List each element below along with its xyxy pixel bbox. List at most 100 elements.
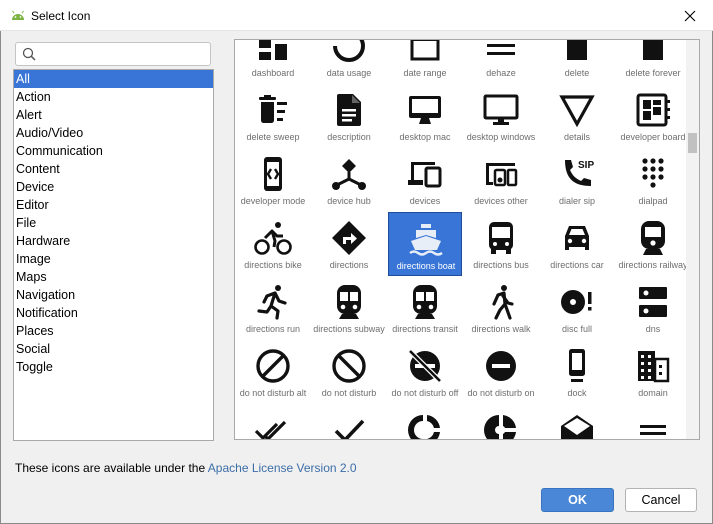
directions-transit-icon — [413, 285, 437, 319]
cancel-button[interactable]: Cancel — [625, 488, 697, 512]
icon-cell[interactable]: details — [540, 84, 614, 148]
category-item[interactable]: Editor — [14, 196, 213, 214]
icon-cell[interactable]: delete sweep — [236, 84, 310, 148]
icon-label: data usage — [326, 68, 372, 78]
icon-cell[interactable]: data usage — [312, 40, 386, 84]
close-icon — [684, 10, 696, 21]
license-note: These icons are available under the Apac… — [15, 461, 357, 475]
icon-cell[interactable]: directions railway — [616, 212, 690, 276]
icon-label: directions subway — [313, 324, 385, 334]
icon-label: developer board — [620, 132, 686, 142]
icon-label: directions bus — [473, 260, 529, 270]
icon-label: delete forever — [625, 68, 681, 78]
icon-cell[interactable]: delete — [540, 40, 614, 84]
icon-cell[interactable]: do not disturb alt — [236, 340, 310, 404]
category-item[interactable]: Device — [14, 178, 213, 196]
icon-cell[interactable]: dialpad — [616, 148, 690, 212]
license-link[interactable]: Apache License Version 2.0 — [208, 461, 357, 475]
icon-cell[interactable]: delete forever — [616, 40, 690, 84]
dialpad-icon — [642, 158, 664, 188]
icon-label: dehaze — [486, 68, 516, 78]
icon-cell[interactable]: directions car — [540, 212, 614, 276]
category-item[interactable]: Hardware — [14, 232, 213, 250]
close-button[interactable] — [667, 0, 713, 31]
category-item[interactable]: Communication — [14, 142, 213, 160]
category-item[interactable]: Navigation — [14, 286, 213, 304]
icon-cell[interactable]: SIP dialer sip — [540, 148, 614, 212]
category-item[interactable]: Alert — [14, 106, 213, 124]
icon-cell[interactable]: dashboard — [236, 40, 310, 84]
category-item[interactable]: Places — [14, 322, 213, 340]
title-bar: Select Icon — [0, 0, 713, 31]
icon-cell[interactable]: directions transit — [388, 276, 462, 340]
dashboard-icon — [259, 40, 287, 60]
icon-label: do not disturb off — [391, 388, 459, 398]
icon-cell[interactable]: desktop windows — [464, 84, 538, 148]
icon-cell[interactable]: do not disturb on — [464, 340, 538, 404]
icon-cell[interactable]: done all — [236, 404, 310, 439]
icon-cell[interactable]: directions walk — [464, 276, 538, 340]
ok-button[interactable]: OK — [541, 488, 614, 512]
dock-icon — [569, 349, 585, 382]
icon-cell[interactable]: device hub — [312, 148, 386, 212]
icon-cell[interactable]: donut large — [388, 404, 462, 439]
category-item[interactable]: File — [14, 214, 213, 232]
delete-forever-icon — [643, 40, 663, 60]
icon-cell[interactable]: done — [312, 404, 386, 439]
dialer-sip-icon: SIP — [565, 160, 594, 186]
icon-label: directions — [329, 260, 369, 270]
category-item[interactable]: Notification — [14, 304, 213, 322]
category-item[interactable]: Toggle — [14, 358, 213, 376]
icon-grid-panel[interactable]: dashboard data usage date range dehaze delet… — [234, 39, 700, 440]
icon-cell[interactable]: dehaze — [464, 40, 538, 84]
icon-label: dashboard — [251, 68, 295, 78]
icon-cell[interactable]: directions bike — [236, 212, 310, 276]
icon-cell[interactable]: drafts — [540, 404, 614, 439]
search-input[interactable] — [40, 45, 206, 63]
icon-cell[interactable]: do not disturb off — [388, 340, 462, 404]
icon-cell[interactable]: donut small — [464, 404, 538, 439]
window-title: Select Icon — [31, 9, 91, 23]
search-field[interactable] — [15, 42, 211, 66]
icon-label: directions railway — [618, 260, 688, 270]
icon-cell[interactable]: disc full — [540, 276, 614, 340]
category-item[interactable]: Image — [14, 250, 213, 268]
icon-cell[interactable]: developer mode — [236, 148, 310, 212]
icon-cell[interactable]: drag handle — [616, 404, 690, 439]
icon-label: desktop mac — [399, 132, 451, 142]
dns-icon — [639, 287, 667, 317]
category-item[interactable]: Action — [14, 88, 213, 106]
vertical-scrollbar[interactable] — [686, 40, 699, 439]
delete-icon — [567, 40, 587, 60]
directions-walk-icon — [492, 285, 514, 320]
drag-handle-icon — [640, 425, 666, 435]
icon-cell[interactable]: devices other — [464, 148, 538, 212]
category-list[interactable]: All Action Alert Audio/Video Communication Co… — [13, 69, 214, 441]
category-item[interactable]: Content — [14, 160, 213, 178]
icon-cell[interactable]: directions — [312, 212, 386, 276]
desktop-windows-icon — [483, 94, 519, 125]
icon-cell[interactable]: description — [312, 84, 386, 148]
icon-cell[interactable]: do not disturb — [312, 340, 386, 404]
scrollbar-thumb[interactable] — [688, 133, 697, 153]
icon-cell[interactable]: directions boat — [388, 212, 462, 276]
icon-label: do not disturb alt — [239, 388, 307, 398]
category-item[interactable]: All — [14, 70, 213, 88]
icon-cell[interactable]: dns — [616, 276, 690, 340]
disc-full-icon — [561, 290, 592, 314]
directions-bus-icon — [489, 222, 513, 254]
category-item[interactable]: Social — [14, 340, 213, 358]
icon-cell[interactable]: desktop mac — [388, 84, 462, 148]
category-item[interactable]: Maps — [14, 268, 213, 286]
icon-cell[interactable]: directions bus — [464, 212, 538, 276]
category-item[interactable]: Audio/Video — [14, 124, 213, 142]
icon-cell[interactable]: directions subway — [312, 276, 386, 340]
icon-cell[interactable]: developer board — [616, 84, 690, 148]
icon-cell[interactable]: devices — [388, 148, 462, 212]
icon-cell[interactable]: directions run — [236, 276, 310, 340]
icon-label: device hub — [327, 196, 371, 206]
icon-cell[interactable]: domain — [616, 340, 690, 404]
icon-cell[interactable]: dock — [540, 340, 614, 404]
icon-label: directions boat — [396, 261, 456, 271]
icon-cell[interactable]: date range — [388, 40, 462, 84]
